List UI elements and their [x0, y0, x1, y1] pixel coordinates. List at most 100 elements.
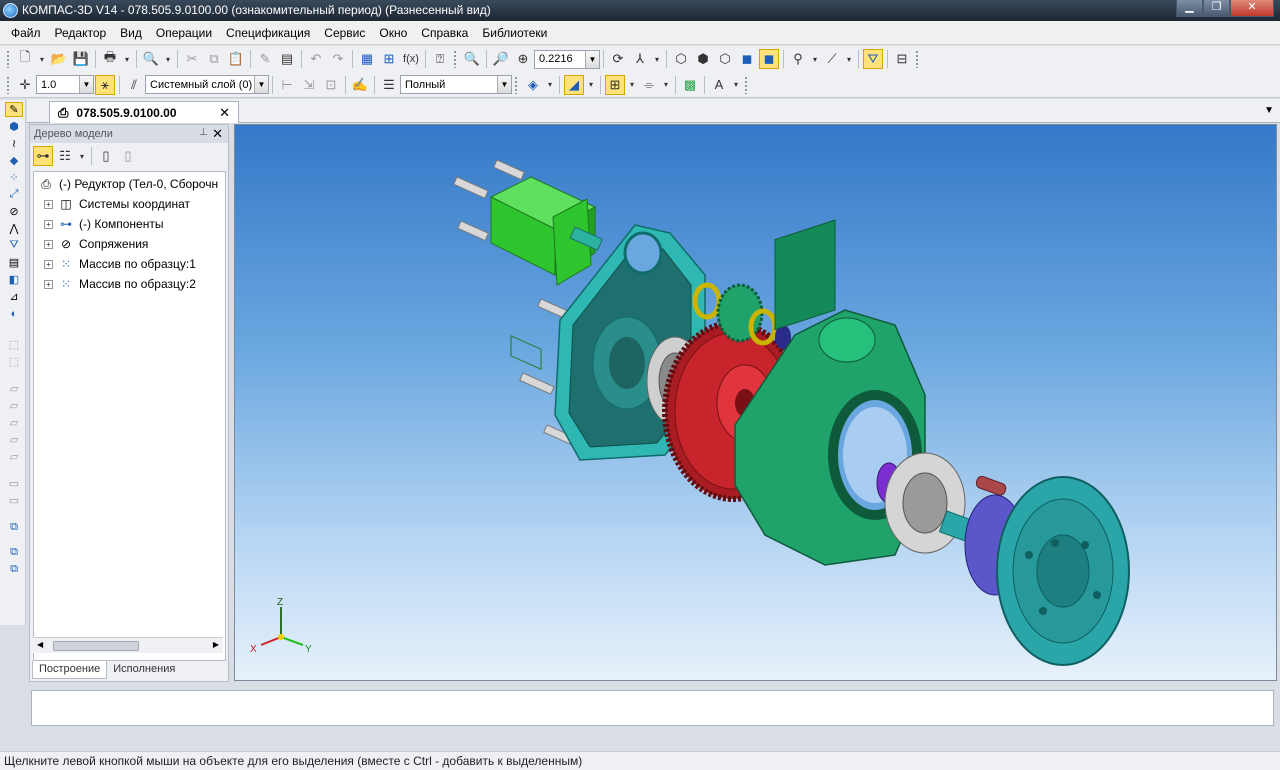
toolbar-grip[interactable] [744, 75, 748, 94]
pin-icon[interactable]: ⊥ [199, 127, 208, 138]
chevron-down-icon[interactable]: ▾ [731, 75, 741, 95]
variables-icon[interactable]: ⊞ [379, 49, 399, 69]
tree-view-icon[interactable]: ☷ [55, 146, 75, 166]
chevron-down-icon[interactable]: ▾ [627, 75, 637, 95]
orient-cs-icon[interactable]: ⇲ [299, 75, 319, 95]
text-format-icon[interactable]: A [709, 75, 729, 95]
menu-specification[interactable]: Спецификация [226, 26, 310, 40]
reports-icon[interactable]: ◧ [5, 272, 23, 287]
chevron-down-icon[interactable]: ▾ [586, 75, 596, 95]
tool-icon[interactable]: ▭ [5, 476, 23, 491]
scroll-thumb[interactable] [53, 641, 139, 651]
scroll-right-icon[interactable]: ▶ [213, 640, 219, 649]
manager-icon[interactable]: ▦ [357, 49, 377, 69]
menu-service[interactable]: Сервис [324, 26, 365, 40]
layer-icon[interactable]: ⫽ [124, 75, 144, 95]
tree-item-pattern-1[interactable]: + ⁙ Массив по образцу:1 [34, 254, 225, 274]
copy-icon[interactable]: ⧉ [204, 49, 224, 69]
tool-icon[interactable]: ⧉ [5, 520, 23, 535]
open-folder-icon[interactable]: 📂 [49, 49, 69, 69]
spatial-curves-icon[interactable]: ≀ [5, 136, 23, 151]
expand-icon[interactable]: + [44, 219, 53, 229]
arrays-icon[interactable]: ⁘ [5, 170, 23, 185]
materials-icon[interactable]: ◈ [523, 75, 543, 95]
minimize-button[interactable]: ▁ [1176, 0, 1203, 17]
toolbar-grip[interactable] [514, 75, 518, 94]
snap-icon[interactable]: ⚹ [95, 74, 115, 95]
zoom-all-icon[interactable]: 🔎 [491, 49, 511, 69]
toolbar-grip[interactable] [6, 50, 10, 68]
elements-icon[interactable]: ◐ [5, 306, 23, 321]
tool-icon[interactable]: ▱ [5, 432, 23, 447]
rotate-icon[interactable]: ⟳ [608, 49, 628, 69]
layer-combo[interactable]: Системный слой (0) ▼ [145, 75, 269, 94]
halftone-icon[interactable]: ◼ [737, 49, 757, 69]
auxiliary-geometry-icon[interactable]: ⤢ [5, 187, 23, 202]
part-icon[interactable]: ▩ [680, 75, 700, 95]
tab-versions[interactable]: Исполнения [107, 661, 181, 679]
zoom-window-icon[interactable]: 🔍 [462, 49, 482, 69]
halftone-edges-icon[interactable]: ◼ [759, 49, 779, 69]
function-icon[interactable]: f(x) [401, 49, 421, 69]
cursor-step-combo[interactable]: 1.0 ▼ [36, 75, 94, 94]
redo-icon[interactable]: ↷ [328, 49, 348, 69]
expand-icon[interactable]: + [44, 259, 53, 269]
tree-item-coordinate-systems[interactable]: + ◫ Системы координат [34, 194, 225, 214]
chevron-down-icon[interactable]: ▾ [77, 146, 87, 166]
tool-icon[interactable]: ▱ [5, 398, 23, 413]
tool-icon[interactable]: ▭ [5, 493, 23, 508]
paste-icon[interactable]: 📋 [226, 49, 246, 69]
tool-icon[interactable]: ⧉ [5, 545, 23, 560]
tool-icon[interactable]: ▱ [5, 449, 23, 464]
save-icon[interactable]: 💾 [71, 49, 91, 69]
properties-icon[interactable]: ▤ [277, 49, 297, 69]
chevron-down-icon[interactable]: ▼ [497, 76, 511, 93]
tree-item-root[interactable]: ⎙ (-) Редуктор (Тел-0, Сборочн [34, 174, 225, 194]
3d-viewport[interactable]: Z X Y [234, 124, 1277, 681]
perspective-icon[interactable]: ⚲ [788, 49, 808, 69]
style-icon[interactable]: ☰ [379, 75, 399, 95]
preview-icon[interactable]: 🔍 [141, 49, 161, 69]
tool-icon[interactable]: ⧉ [5, 562, 23, 577]
chevron-down-icon[interactable]: ▾ [652, 49, 662, 69]
hidden-lines-icon[interactable]: ⬢ [693, 49, 713, 69]
tool-icon[interactable]: ⬚ [5, 354, 23, 369]
tool-icon[interactable]: ⬚ [5, 337, 23, 352]
section-icon[interactable]: ⟋ [822, 49, 842, 69]
new-document-icon[interactable]: 🗋 [15, 49, 35, 69]
chevron-down-icon[interactable]: ▾ [37, 49, 47, 69]
zoom-scale-icon[interactable]: ⊕ [513, 49, 533, 69]
chevron-down-icon[interactable]: ▼ [585, 50, 599, 68]
wireframe-icon[interactable]: ⬡ [671, 49, 691, 69]
close-tab-icon[interactable]: ✕ [219, 105, 230, 121]
local-cs-icon[interactable]: ⊢ [277, 75, 297, 95]
orientation-icon[interactable]: ⅄ [630, 49, 650, 69]
chevron-down-icon[interactable]: ▾ [810, 49, 820, 69]
measure-icon[interactable]: ⊟ [892, 49, 912, 69]
color-icon[interactable]: ◢ [564, 74, 584, 95]
close-button[interactable]: ✕ [1230, 0, 1274, 17]
component-icon[interactable]: ⬢ [5, 119, 23, 134]
tool-icon[interactable]: ▱ [5, 415, 23, 430]
toolbar-grip[interactable] [915, 50, 919, 68]
step-cursor-icon[interactable]: ✛ [15, 75, 35, 95]
chevron-down-icon[interactable]: ▾ [844, 49, 854, 69]
style-combo[interactable]: Полный ▼ [400, 75, 512, 94]
tool-icon[interactable]: ▱ [5, 381, 23, 396]
tree-structure-icon[interactable]: ⊶ [33, 146, 53, 166]
print-icon[interactable]: 🖶 [100, 49, 120, 69]
thin-lines-icon[interactable]: ⬡ [715, 49, 735, 69]
menu-view[interactable]: Вид [120, 26, 142, 40]
zoom-scale-combo[interactable]: 0.2216 ▼ [534, 49, 600, 69]
toolbar-grip[interactable] [453, 50, 457, 68]
specification-icon[interactable]: ▤ [5, 255, 23, 270]
tree-doc2-icon[interactable]: ▯ [118, 146, 138, 166]
format-painter-icon[interactable]: ✎ [255, 49, 275, 69]
filter-icon[interactable]: ⛛ [863, 49, 883, 69]
chevron-down-icon[interactable]: ▼ [254, 76, 268, 93]
expand-icon[interactable]: + [44, 279, 53, 289]
mates-icon[interactable]: ⊘ [5, 204, 23, 219]
library-icon[interactable]: ⊞ [605, 74, 625, 95]
restore-button[interactable]: ❐ [1203, 0, 1230, 17]
edit-assembly-icon[interactable]: ✎ [5, 102, 23, 117]
